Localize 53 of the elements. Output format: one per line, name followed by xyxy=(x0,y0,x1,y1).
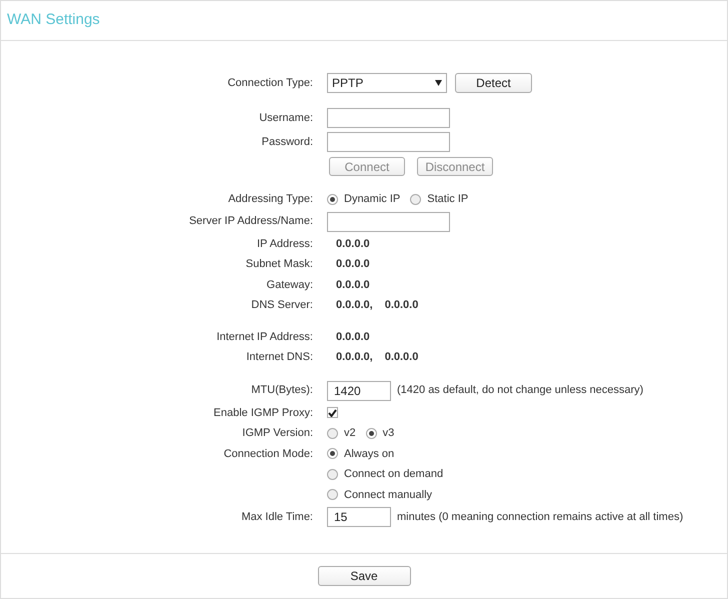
action-button: Connect xyxy=(329,156,405,176)
field-label: IGMP Version: xyxy=(242,426,313,441)
radio-button[interactable] xyxy=(366,428,377,439)
checkbox[interactable] xyxy=(327,407,338,418)
field-label: Gateway: xyxy=(266,278,313,292)
field-label: Server IP Address/Name: xyxy=(189,214,313,230)
field-label: Connection Mode: xyxy=(224,446,313,462)
option-label: Dynamic IP xyxy=(344,192,400,207)
radio-button[interactable] xyxy=(410,194,422,205)
option-label: v2 xyxy=(344,426,356,441)
input-field[interactable]: 1420 xyxy=(327,380,391,400)
input-field[interactable] xyxy=(327,212,450,232)
value-text: 0.0.0.0 xyxy=(336,278,370,292)
hint-text: minutes (0 meaning connection remains active at all times) xyxy=(397,510,684,525)
page-title: WAN Settings xyxy=(7,11,100,28)
value-text: 0.0.0.0 xyxy=(336,257,370,272)
option-label: Always on xyxy=(344,446,394,462)
dropdown[interactable]: PPTP xyxy=(327,73,447,93)
value-text: 0.0.0.0 xyxy=(336,236,370,252)
option-label: Connect manually xyxy=(344,488,432,502)
value-text: 0.0.0.0 xyxy=(384,350,418,365)
option-label: Static IP xyxy=(427,192,468,207)
field-label: IP Address: xyxy=(256,236,313,252)
field-label: Addressing Type: xyxy=(228,192,313,207)
radio-button[interactable] xyxy=(327,489,338,500)
radio-button[interactable] xyxy=(327,468,338,480)
caret-icon xyxy=(435,80,442,86)
option-label: v3 xyxy=(382,426,394,441)
field-label: MTU(Bytes): xyxy=(251,383,313,398)
input-field[interactable] xyxy=(327,108,450,128)
field-label: Internet DNS: xyxy=(246,350,313,365)
field-label: DNS Server: xyxy=(251,298,313,313)
radio-button[interactable] xyxy=(327,448,338,460)
field-label: Username: xyxy=(259,110,313,126)
option-label: Connect on demand xyxy=(344,467,444,482)
field-label: Connection Type: xyxy=(228,76,313,91)
value-text: 0.0.0.0 xyxy=(384,298,418,313)
field-label: Max Idle Time: xyxy=(241,510,313,525)
input-field[interactable]: 15 xyxy=(327,507,391,527)
action-button: Disconnect xyxy=(417,156,493,176)
value-text: 0.0.0.0, xyxy=(336,350,373,365)
value-text: 0.0.0.0, xyxy=(336,298,373,313)
hint-text: (1420 as default, do not change unless necessary) xyxy=(397,383,644,398)
radio-button[interactable] xyxy=(327,428,338,439)
detect-button[interactable]: Detect xyxy=(455,73,532,93)
field-label: Enable IGMP Proxy: xyxy=(214,406,313,420)
save-button[interactable]: Save xyxy=(318,566,410,586)
radio-button[interactable] xyxy=(327,194,338,205)
field-label: Internet IP Address: xyxy=(216,330,313,344)
field-label: Subnet Mask: xyxy=(246,257,313,272)
value-text: 0.0.0.0 xyxy=(336,330,370,344)
field-label: Password: xyxy=(262,134,313,150)
input-field[interactable] xyxy=(327,132,450,152)
